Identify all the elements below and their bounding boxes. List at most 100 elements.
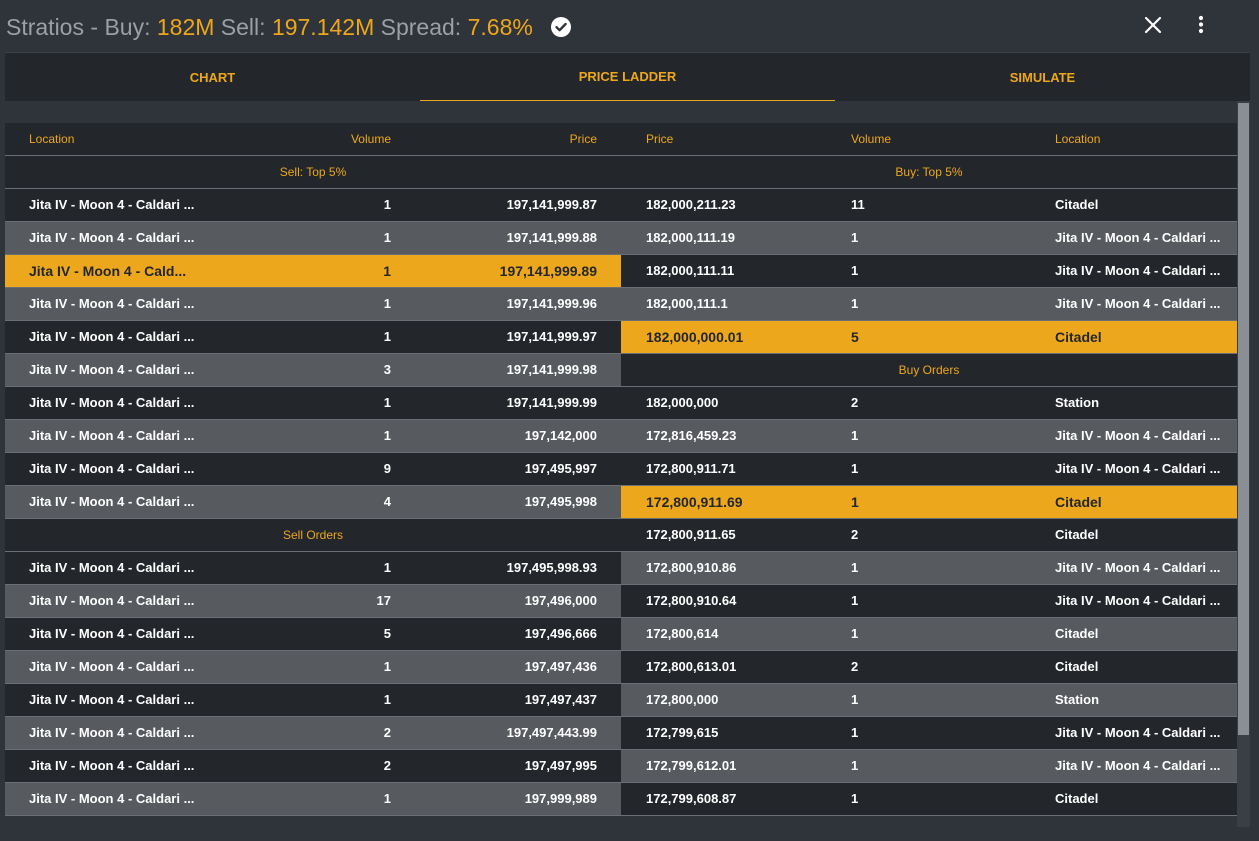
more-vert-icon[interactable] <box>1189 13 1213 37</box>
cell-location: Jita IV - Moon 4 - Caldari ... <box>1055 263 1221 278</box>
cell-location: Jita IV - Moon 4 - Caldari ... <box>1055 725 1221 740</box>
spread-value: 7.68% <box>467 14 533 40</box>
cell-location: Jita IV - Moon 4 - Caldari ... <box>29 197 195 212</box>
cell-location: Jita IV - Moon 4 - Caldari ... <box>29 791 195 806</box>
cell-location: Jita IV - Moon 4 - Caldari ... <box>1055 593 1221 608</box>
order-row[interactable]: Jita IV - Moon 4 - Caldari ... 5 197,496,6… <box>5 618 621 651</box>
column-header-price[interactable]: Price <box>405 123 597 155</box>
cell-volume: 1 <box>851 296 859 311</box>
cell-location: Jita IV - Moon 4 - Caldari ... <box>29 362 195 377</box>
order-row[interactable]: 172,800,000 1 Station <box>621 684 1237 717</box>
tab-chart[interactable]: CHART <box>5 53 420 102</box>
order-row[interactable]: Jita IV - Moon 4 - Caldari ... 1 197,999,9… <box>5 783 621 816</box>
cell-price: 172,800,000 <box>646 692 719 707</box>
cell-location: Jita IV - Moon 4 - Caldari ... <box>29 461 195 476</box>
cell-price: 172,800,911.65 <box>646 527 736 542</box>
cell-volume: 1 <box>851 758 859 773</box>
order-row[interactable]: Jita IV - Moon 4 - Caldari ... 1 197,141,9… <box>5 387 621 420</box>
order-row[interactable]: Jita IV - Moon 4 - Caldari ... 1 197,141,9… <box>5 321 621 354</box>
cell-price: 197,497,443.99 <box>506 725 597 740</box>
cell-volume: 1 <box>383 296 391 311</box>
order-row[interactable]: 182,000,000 2 Station <box>621 387 1237 420</box>
column-header-row: Price Volume Location <box>621 123 1237 156</box>
cell-volume: 2 <box>383 725 391 740</box>
order-row[interactable]: 172,799,612.01 1 Jita IV - Moon 4 - Caldar… <box>621 750 1237 783</box>
order-row[interactable]: 182,000,111.1 1 Jita IV - Moon 4 - Caldari… <box>621 288 1237 321</box>
close-icon[interactable] <box>1141 13 1165 37</box>
cell-price: 182,000,000 <box>646 395 719 410</box>
cell-volume: 17 <box>376 593 391 608</box>
cell-price: 172,800,911.71 <box>646 461 736 476</box>
column-header-location[interactable]: Location <box>1055 123 1225 155</box>
order-row[interactable]: Jita IV - Moon 4 - Caldari ... 1 197,141,9… <box>5 189 621 222</box>
column-header-volume[interactable]: Volume <box>851 123 1001 155</box>
tab-simulate[interactable]: SIMULATE <box>835 53 1250 102</box>
check-circle-icon <box>551 17 572 37</box>
cell-location: Jita IV - Moon 4 - Caldari ... <box>29 758 195 773</box>
cell-price: 197,142,000 <box>524 428 597 443</box>
order-row[interactable]: Jita IV - Moon 4 - Caldari ... 3 197,141,9… <box>5 354 621 387</box>
order-row[interactable]: Jita IV - Moon 4 - Caldari ... 1 197,497,4… <box>5 684 621 717</box>
cell-volume: 2 <box>851 395 859 410</box>
cell-volume: 1 <box>851 263 859 278</box>
order-row[interactable]: 182,000,111.11 1 Jita IV - Moon 4 - Caldar… <box>621 255 1237 288</box>
cell-price: 197,495,997 <box>524 461 597 476</box>
cell-location: Station <box>1055 692 1100 707</box>
cell-location: Jita IV - Moon 4 - Caldari ... <box>29 296 195 311</box>
buy-side: Price Volume Location Buy: Top 5% 182,000… <box>621 123 1237 816</box>
order-row[interactable]: 172,800,910.64 1 Jita IV - Moon 4 - Caldar… <box>621 585 1237 618</box>
order-row[interactable]: 172,799,615 1 Jita IV - Moon 4 - Caldari .… <box>621 717 1237 750</box>
cell-location: Jita IV - Moon 4 - Caldari ... <box>29 692 195 707</box>
order-row[interactable]: Jita IV - Moon 4 - Caldari ... 1 197,141,9… <box>5 222 621 255</box>
order-row[interactable]: 172,800,910.86 1 Jita IV - Moon 4 - Caldar… <box>621 552 1237 585</box>
cell-volume: 1 <box>383 395 391 410</box>
order-row[interactable]: Jita IV - Moon 4 - Caldari ... 17 197,496,… <box>5 585 621 618</box>
sell-value: 197.142M <box>271 14 375 40</box>
cell-volume: 5 <box>383 626 391 641</box>
order-row[interactable]: 172,816,459.23 1 Jita IV - Moon 4 - Caldar… <box>621 420 1237 453</box>
order-row[interactable]: 172,800,911.65 2 Citadel <box>621 519 1237 552</box>
order-row[interactable]: 172,800,613.01 2 Citadel <box>621 651 1237 684</box>
cell-price: 197,999,989 <box>524 791 597 806</box>
section-label: Buy: Top 5% <box>895 165 963 179</box>
order-row[interactable]: Jita IV - Moon 4 - Caldari ... 4 197,495,9… <box>5 486 621 519</box>
order-row[interactable]: 172,799,608.87 1 Citadel <box>621 783 1237 816</box>
title-bar: Stratios - Buy: 182M Sell: 197.142M Spre… <box>0 0 1259 52</box>
cell-location: Jita IV - Moon 4 - Caldari ... <box>29 593 195 608</box>
cell-location: Citadel <box>1055 494 1102 510</box>
cell-volume: 5 <box>851 329 859 345</box>
order-row[interactable]: Jita IV - Moon 4 - Caldari ... 1 197,141,9… <box>5 288 621 321</box>
order-row[interactable]: 172,800,614 1 Citadel <box>621 618 1237 651</box>
column-header-location[interactable]: Location <box>29 123 209 155</box>
order-row-highlighted[interactable]: 172,800,911.69 1 Citadel <box>621 486 1237 519</box>
order-row[interactable]: 182,000,211.23 11 Citadel <box>621 189 1237 222</box>
cell-location: Jita IV - Moon 4 - Caldari ... <box>1055 230 1221 245</box>
cell-price: 172,799,612.01 <box>646 758 737 773</box>
cell-volume: 1 <box>383 428 391 443</box>
cell-price: 197,497,995 <box>524 758 597 773</box>
buy-value: 182M <box>156 14 215 40</box>
cell-volume: 1 <box>851 230 859 245</box>
cell-location: Citadel <box>1055 329 1102 345</box>
cell-price: 172,800,910.86 <box>646 560 737 575</box>
order-row[interactable]: 172,800,911.71 1 Jita IV - Moon 4 - Caldar… <box>621 453 1237 486</box>
order-row-highlighted[interactable]: Jita IV - Moon 4 - Cald... 1 197,141,999.8… <box>5 255 621 288</box>
order-row[interactable]: Jita IV - Moon 4 - Caldari ... 1 197,142,0… <box>5 420 621 453</box>
order-row[interactable]: Jita IV - Moon 4 - Caldari ... 9 197,495,9… <box>5 453 621 486</box>
order-row[interactable]: Jita IV - Moon 4 - Caldari ... 2 197,497,9… <box>5 750 621 783</box>
scrollbar-thumb[interactable] <box>1238 103 1249 735</box>
tab-price-ladder[interactable]: PRICE LADDER <box>420 53 835 102</box>
order-row-highlighted[interactable]: 182,000,000.01 5 Citadel <box>621 321 1237 354</box>
cell-location: Jita IV - Moon 4 - Caldari ... <box>29 230 195 245</box>
cell-price: 197,141,999.98 <box>506 362 597 377</box>
order-row[interactable]: Jita IV - Moon 4 - Caldari ... 1 197,495,9… <box>5 552 621 585</box>
section-header: Sell Orders <box>5 519 621 552</box>
column-header-volume[interactable]: Volume <box>225 123 391 155</box>
order-row[interactable]: Jita IV - Moon 4 - Caldari ... 1 197,497,4… <box>5 651 621 684</box>
order-row[interactable]: Jita IV - Moon 4 - Caldari ... 2 197,497,4… <box>5 717 621 750</box>
cell-volume: 1 <box>851 791 859 806</box>
cell-volume: 1 <box>383 263 391 279</box>
order-row[interactable]: 182,000,111.19 1 Jita IV - Moon 4 - Caldar… <box>621 222 1237 255</box>
cell-price: 197,496,666 <box>524 626 597 641</box>
column-header-price[interactable]: Price <box>646 123 826 155</box>
